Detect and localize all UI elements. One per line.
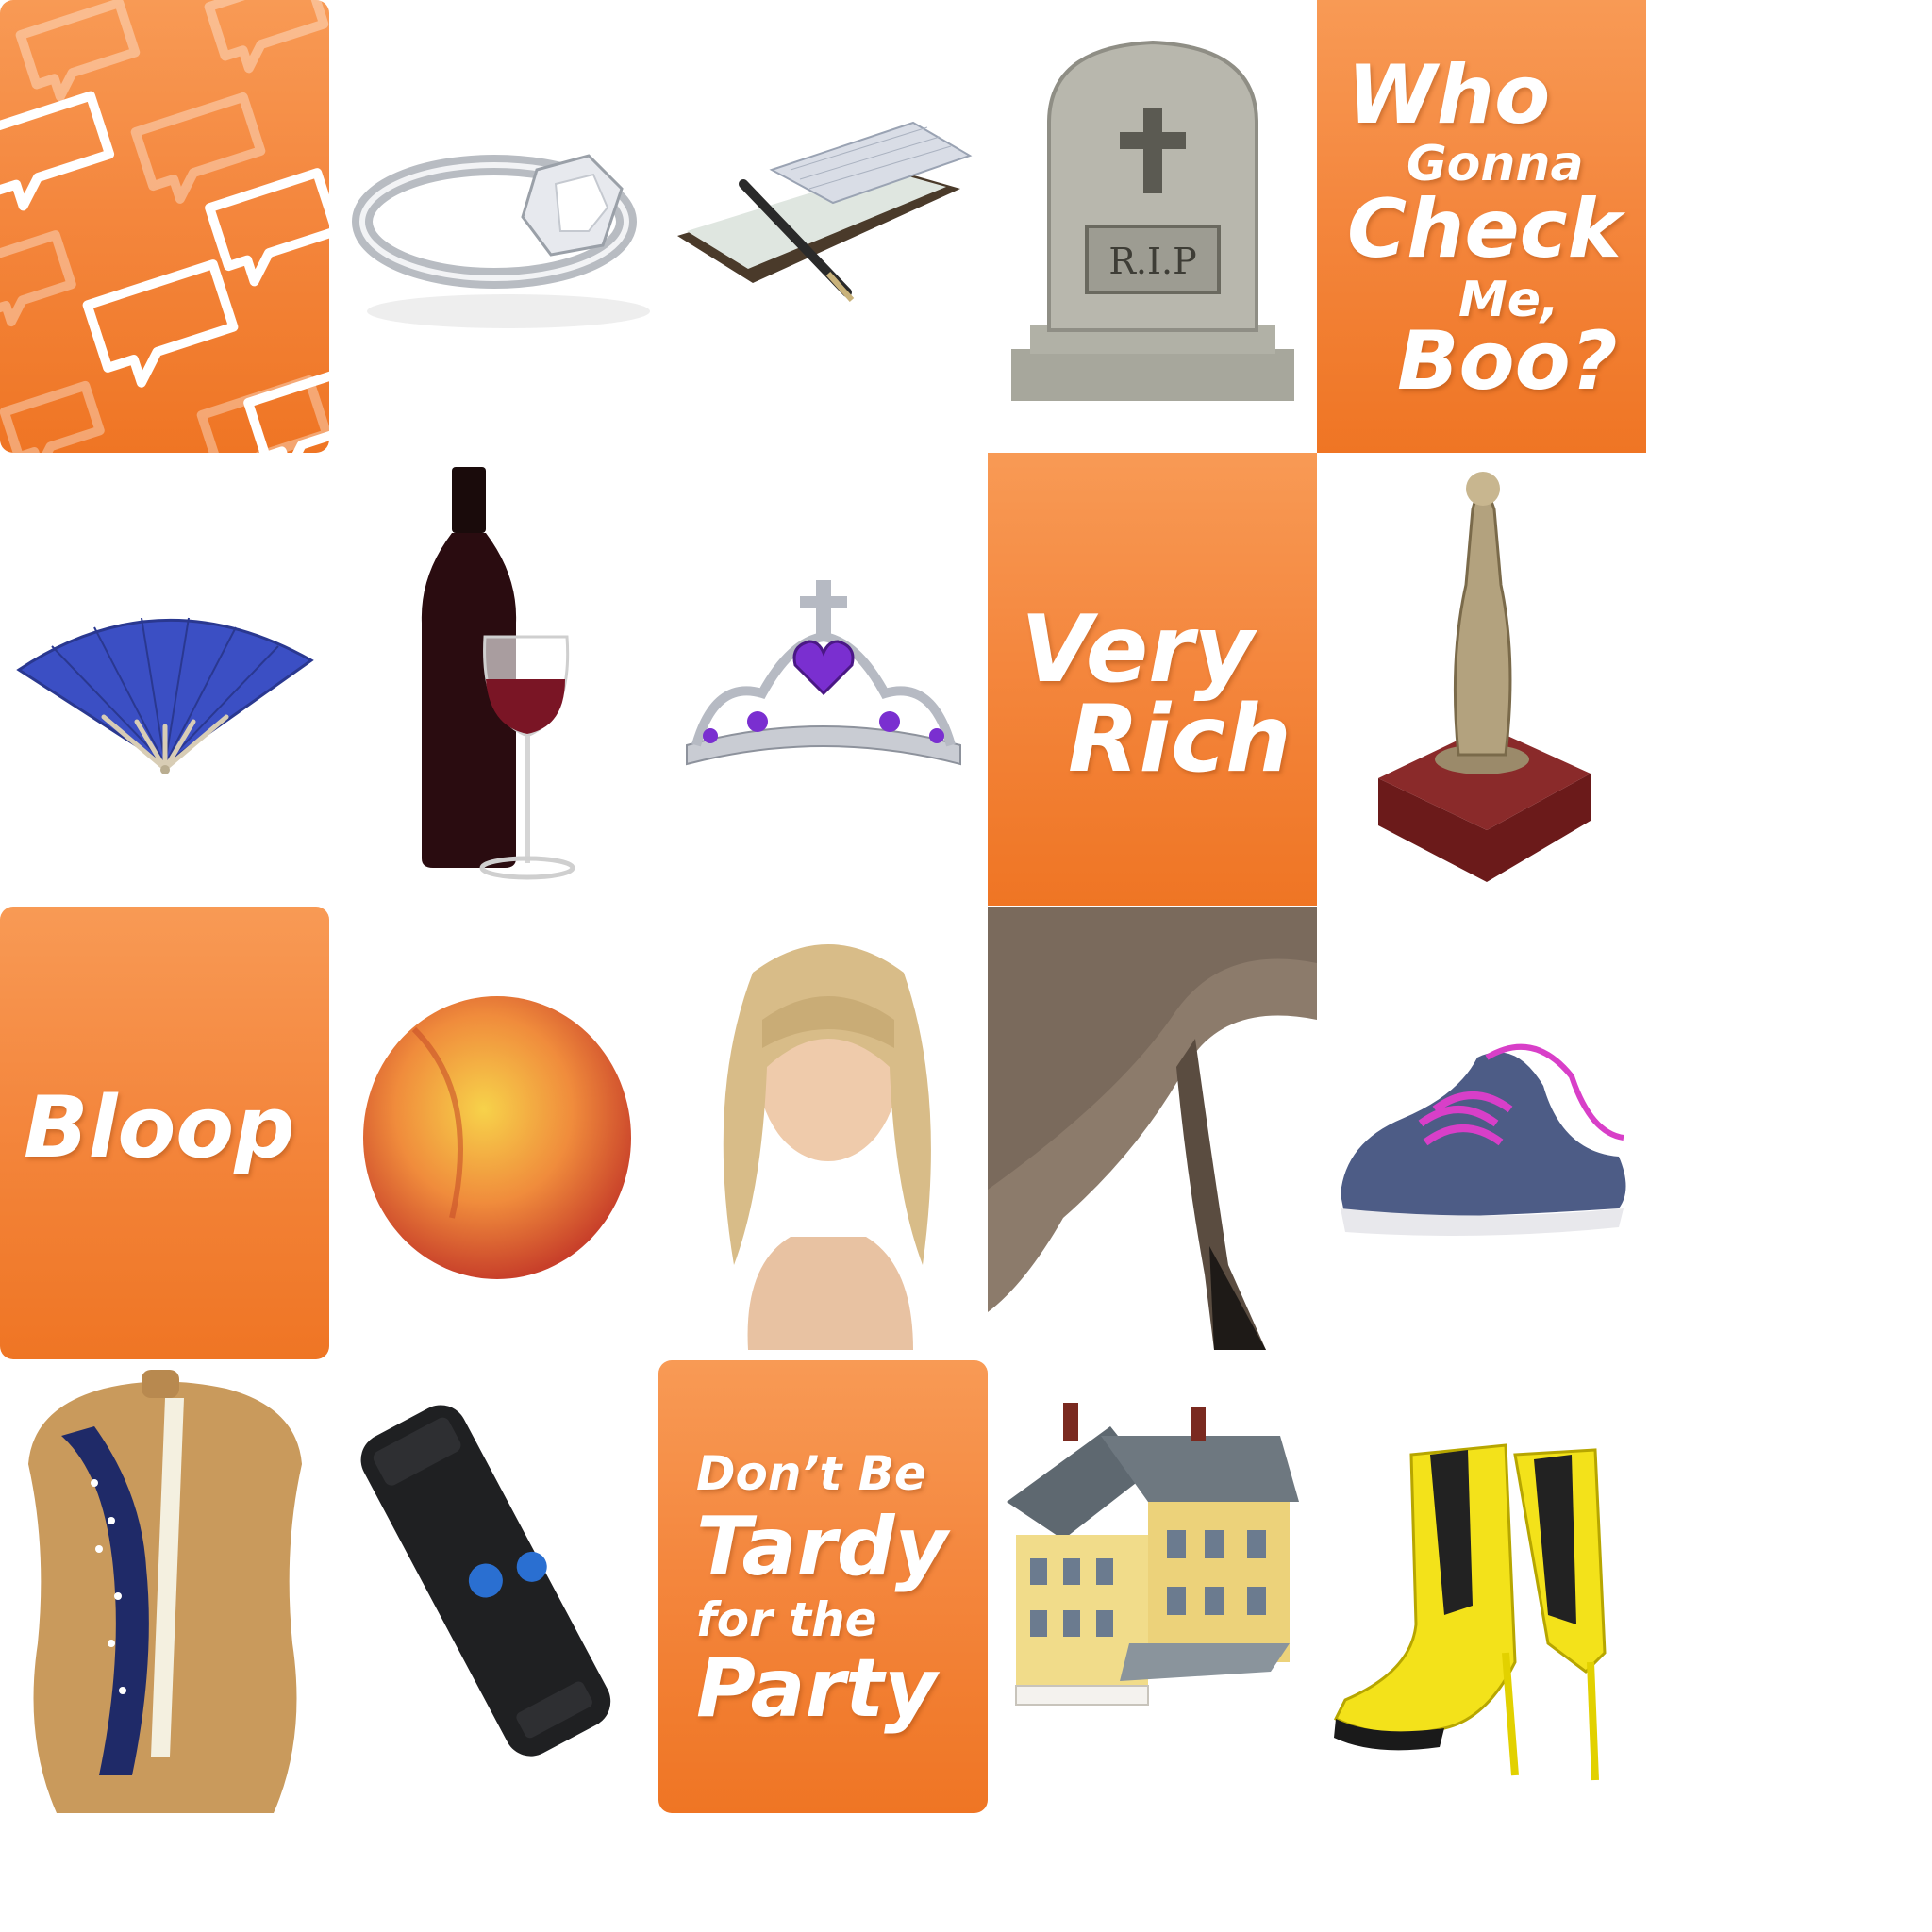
house-icon	[1007, 1403, 1299, 1706]
trophy-icon	[1378, 472, 1591, 882]
wine-bottle-tile[interactable]	[329, 453, 658, 906]
yellow-boots-tile[interactable]	[1317, 1360, 1646, 1813]
house-tile[interactable]	[988, 1360, 1317, 1813]
very-rich-tile[interactable]: Very Rich	[988, 453, 1317, 906]
wine-bottle-icon	[421, 467, 575, 880]
tile-text-line: Boo?	[1397, 314, 1618, 408]
tile-board: R.I.P Who Gonna Check Me, Boo? Very Rich…	[0, 0, 1646, 1816]
peach-icon	[363, 996, 631, 1279]
wig-tile[interactable]	[658, 907, 988, 1359]
trophy-tile[interactable]	[1317, 453, 1646, 906]
dress-form-tile[interactable]	[0, 1360, 329, 1813]
diamond-ring-tile[interactable]	[329, 0, 658, 453]
tile-text-line: Check	[1347, 182, 1622, 276]
bloop-tile[interactable]: Bloop	[0, 907, 329, 1359]
peach-tile[interactable]	[329, 907, 658, 1359]
tile-text-line: Rich	[1068, 686, 1291, 793]
wig-icon	[723, 944, 931, 1350]
taser-icon	[360, 1405, 611, 1757]
tombstone-engraving: R.I.P	[1108, 241, 1196, 282]
tiara-icon	[686, 580, 961, 766]
checkbook-icon	[677, 121, 973, 302]
tile-text-line: Bloop	[24, 1078, 295, 1177]
yellow-boots-icon	[1333, 1443, 1607, 1781]
tile-text-line: for the	[696, 1592, 877, 1647]
taser-tile[interactable]	[329, 1360, 658, 1813]
hand-fan-icon	[16, 617, 314, 774]
tombstone-tile[interactable]: R.I.P	[988, 0, 1317, 453]
checkbook-tile[interactable]	[658, 0, 988, 453]
donkey-tail-tile[interactable]	[988, 907, 1317, 1359]
who-gonna-check-tile[interactable]: Who Gonna Check Me, Boo?	[1317, 0, 1646, 453]
speech-bubble-pattern-icon	[0, 0, 329, 453]
tombstone-icon: R.I.P	[1011, 40, 1294, 401]
tile-text-line: Party	[696, 1641, 938, 1736]
tile-text-line: Very	[1021, 596, 1255, 704]
hand-fan-tile[interactable]	[0, 453, 329, 906]
tile-text-line: Tardy	[696, 1500, 948, 1594]
diamond-ring-icon	[352, 154, 650, 328]
tile-text-line: Don’t Be	[696, 1446, 926, 1501]
dont-be-tardy-tile[interactable]: Don’t Be Tardy for the Party	[658, 1360, 988, 1813]
tile-text-line: Who	[1347, 48, 1551, 142]
sneakers-tile[interactable]	[1317, 907, 1646, 1359]
dress-form-icon	[28, 1370, 302, 1813]
speech-bubble-pattern-tile[interactable]	[0, 0, 329, 453]
sneakers-icon	[1341, 1043, 1626, 1236]
tiara-tile[interactable]	[658, 453, 988, 906]
donkey-tail-icon	[988, 907, 1317, 1350]
